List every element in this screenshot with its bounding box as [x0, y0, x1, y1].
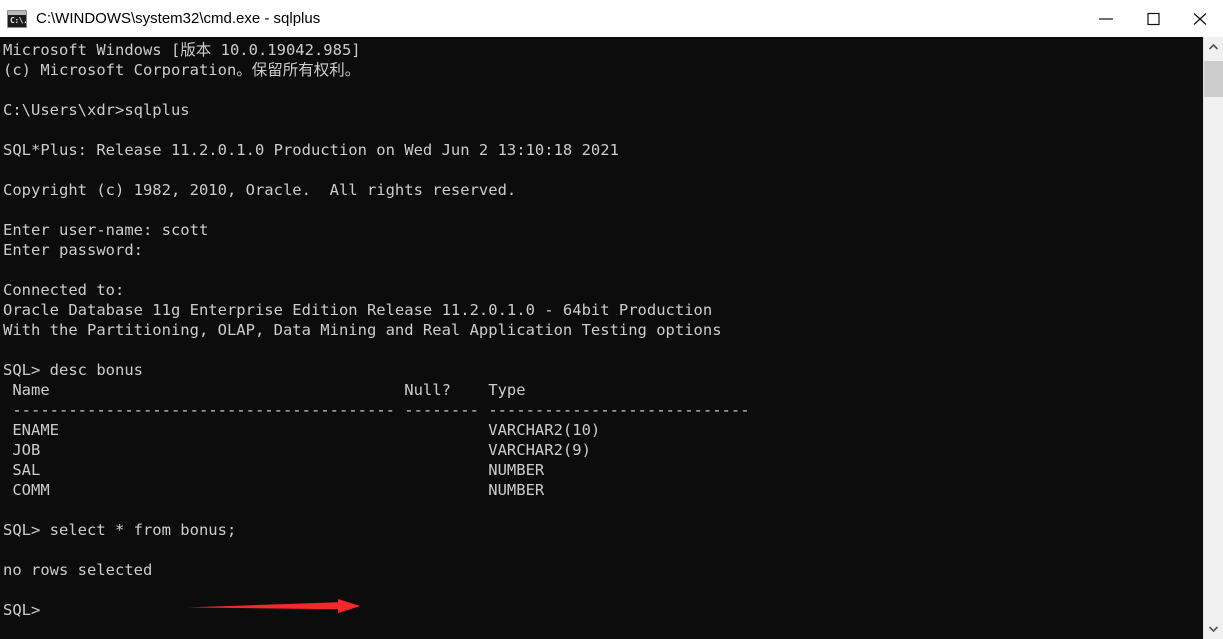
- console-output: Microsoft Windows [版本 10.0.19042.985] (c…: [3, 41, 750, 619]
- window-title: C:\WINDOWS\system32\cmd.exe - sqlplus: [36, 10, 321, 27]
- minimize-icon: [1098, 17, 1113, 20]
- maximize-icon: [1146, 12, 1160, 25]
- window-controls: [1082, 0, 1223, 37]
- scrollbar-thumb[interactable]: [1204, 61, 1223, 97]
- icon-glyph-label: C:\.: [10, 15, 27, 25]
- chevron-up-icon: [1208, 43, 1219, 50]
- scroll-down-button[interactable]: [1204, 619, 1223, 639]
- icon-title-strip: [8, 10, 26, 15]
- maximize-button[interactable]: [1129, 0, 1176, 37]
- titlebar[interactable]: C:\. C:\WINDOWS\system32\cmd.exe - sqlpl…: [0, 0, 1223, 38]
- cmd-console-icon: C:\.: [7, 9, 27, 28]
- close-icon: [1193, 12, 1206, 25]
- scrollbar-track[interactable]: [1204, 57, 1223, 619]
- close-button[interactable]: [1176, 0, 1223, 37]
- vertical-scrollbar[interactable]: [1203, 37, 1223, 639]
- minimize-button[interactable]: [1082, 0, 1129, 37]
- chevron-down-icon: [1208, 626, 1219, 633]
- cmd-window: C:\. C:\WINDOWS\system32\cmd.exe - sqlpl…: [0, 0, 1223, 639]
- scroll-up-button[interactable]: [1204, 37, 1223, 57]
- terminal-screen[interactable]: Microsoft Windows [版本 10.0.19042.985] (c…: [0, 37, 1203, 639]
